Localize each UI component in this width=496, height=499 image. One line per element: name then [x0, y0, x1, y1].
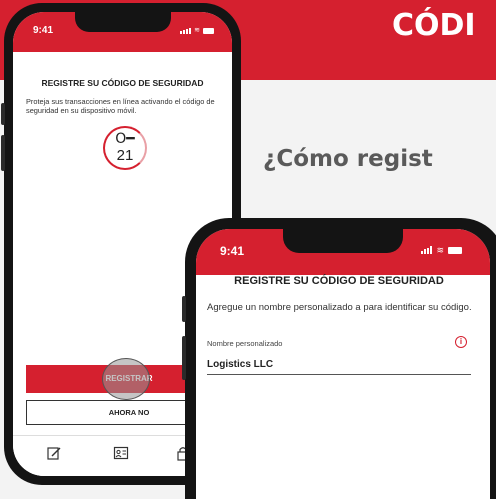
id-card-icon[interactable] [113, 445, 129, 461]
notch [74, 12, 171, 32]
battery-icon [203, 28, 214, 34]
wifi-icon: ≋ [194, 27, 200, 34]
security-code-badge: O━ 21 [103, 126, 147, 170]
status-time: 9:41 [220, 244, 245, 258]
page-title: REGISTRE SU CÓDIGO DE SEGURIDAD [234, 275, 444, 287]
info-icon[interactable]: i [455, 336, 467, 348]
side-button [1, 103, 5, 125]
custom-name-input[interactable] [207, 355, 471, 375]
custom-name-label: Nombre personalizado [207, 339, 283, 348]
side-button [1, 135, 5, 171]
status-time: 9:41 [33, 25, 54, 36]
battery-icon [448, 247, 462, 254]
page-title: REGISTRE SU CÓDIGO DE SEGURIDAD [41, 78, 204, 88]
status-icons: ≋ [421, 245, 462, 255]
phone-front-screen: 9:41 ≋ REGISTRE SU CÓDIGO DE SEGURIDAD A… [196, 229, 490, 499]
page-description: Proteja sus transacciones en línea activ… [26, 97, 215, 115]
wifi-icon: ≋ [436, 245, 444, 255]
key-icon: O━ [115, 131, 135, 147]
status-icons: ≋ [180, 27, 214, 34]
notch [283, 229, 403, 253]
touch-indicator [102, 358, 150, 400]
edit-icon[interactable] [46, 445, 62, 461]
side-button [182, 296, 186, 322]
signal-icon [421, 246, 433, 254]
signal-icon [180, 28, 192, 34]
section-subtitle: ¿Cómo regist [263, 146, 433, 172]
banner-title: CÓDI [392, 8, 476, 43]
side-button [182, 336, 186, 380]
security-code-number: 21 [116, 147, 134, 164]
page-description: Agregue un nombre personalizado a para i… [207, 302, 472, 313]
phone-front: 9:41 ≋ REGISTRE SU CÓDIGO DE SEGURIDAD A… [182, 218, 496, 499]
